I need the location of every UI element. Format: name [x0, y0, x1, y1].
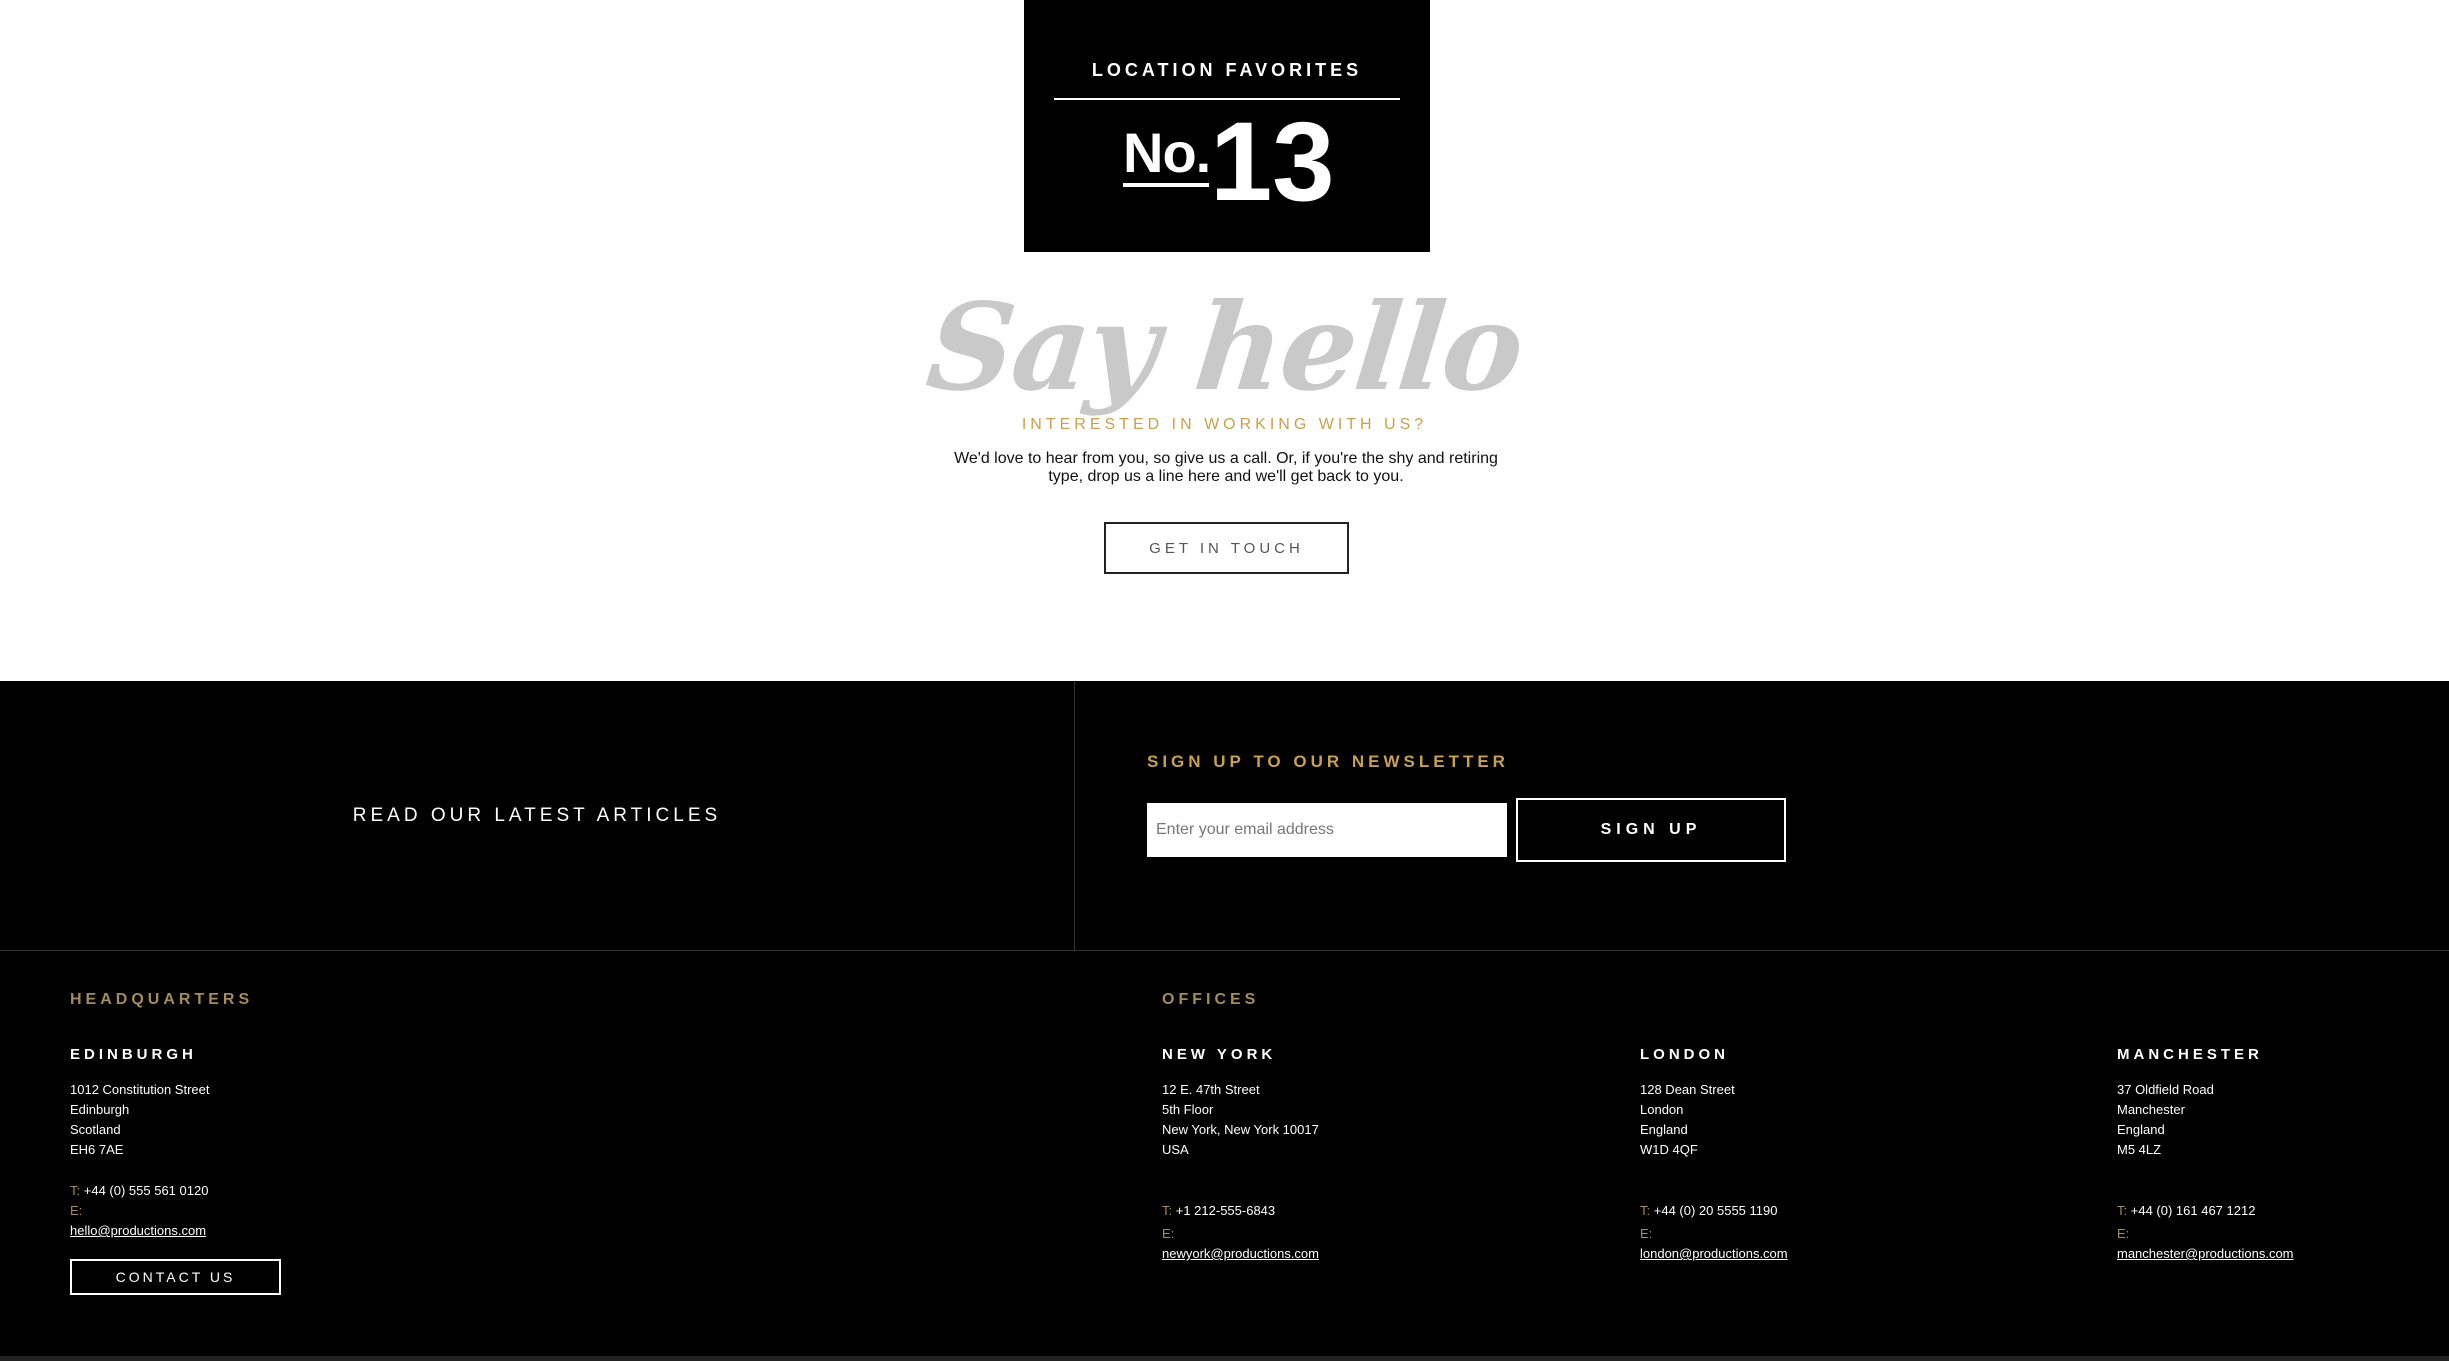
- office-address-line: England: [2117, 1122, 2165, 1137]
- office-address-line: USA: [1162, 1142, 1189, 1157]
- office-contact-new-york: T: +1 212-555-6843 E: newyork@production…: [1162, 1201, 1319, 1264]
- badge-number: 13: [1210, 99, 1335, 224]
- get-in-touch-button[interactable]: GET IN TOUCH: [1104, 522, 1349, 574]
- hq-address-line: 1012 Constitution Street: [70, 1082, 210, 1097]
- office-city-london: LONDON: [1640, 1046, 1729, 1063]
- office-email-link[interactable]: newyork@productions.com: [1162, 1244, 1319, 1264]
- say-hello-heading: Say hello: [920, 277, 1529, 418]
- offices-title: OFFICES: [1162, 991, 1260, 1008]
- office-address-line: New York, New York 10017: [1162, 1122, 1319, 1137]
- office-address-manchester: 37 Oldfield Road Manchester England M5 4…: [2117, 1080, 2214, 1160]
- newsletter-email-input[interactable]: [1147, 803, 1507, 857]
- hq-address-line: Edinburgh: [70, 1102, 130, 1117]
- office-address-line: 128 Dean Street: [1640, 1082, 1735, 1097]
- office-email-label: E:: [1162, 1226, 1175, 1241]
- office-email-link[interactable]: london@productions.com: [1640, 1244, 1788, 1264]
- footer-vertical-divider: [1074, 681, 1075, 951]
- office-address-line: Manchester: [2117, 1102, 2185, 1117]
- office-contact-manchester: T: +44 (0) 161 467 1212 E: manchester@pr…: [2117, 1201, 2294, 1264]
- footer-horizontal-divider: [0, 950, 2449, 951]
- office-contact-london: T: +44 (0) 20 5555 1190 E: london@produc…: [1640, 1201, 1788, 1264]
- office-email-link[interactable]: manchester@productions.com: [2117, 1244, 2294, 1264]
- office-address-new-york: 12 E. 47th Street 5th Floor New York, Ne…: [1162, 1080, 1319, 1160]
- interested-subheading: INTERESTED IN WORKING WITH US?: [1021, 416, 1428, 433]
- headquarters-title: HEADQUARTERS: [70, 991, 254, 1008]
- sign-up-button[interactable]: SIGN UP: [1516, 798, 1786, 862]
- contact-us-button[interactable]: CONTACT US: [70, 1259, 281, 1295]
- office-address-line: England: [1640, 1122, 1688, 1137]
- office-phone[interactable]: +1 212-555-6843: [1176, 1203, 1275, 1218]
- office-phone-label: T:: [2117, 1203, 2128, 1218]
- office-city-manchester: MANCHESTER: [2117, 1046, 2263, 1063]
- office-phone-row: T: +44 (0) 161 467 1212: [2117, 1201, 2294, 1221]
- office-address-line: London: [1640, 1102, 1684, 1117]
- hq-phone[interactable]: +44 (0) 555 561 0120: [84, 1183, 209, 1198]
- office-phone-label: T:: [1640, 1203, 1651, 1218]
- hq-address: 1012 Constitution Street Edinburgh Scotl…: [70, 1080, 209, 1160]
- office-phone[interactable]: +44 (0) 20 5555 1190: [1654, 1203, 1778, 1218]
- footer-bottom-bar: [0, 1356, 2449, 1361]
- office-address-london: 128 Dean Street London England W1D 4QF: [1640, 1080, 1735, 1160]
- badge-title: LOCATION FAVORITES: [1091, 60, 1363, 80]
- hq-address-line: EH6 7AE: [70, 1142, 124, 1157]
- office-address-line: 37 Oldfield Road: [2117, 1082, 2214, 1097]
- office-address-line: W1D 4QF: [1640, 1142, 1698, 1157]
- hq-email-link[interactable]: hello@productions.com: [70, 1221, 208, 1241]
- office-city-new-york: NEW YORK: [1162, 1046, 1277, 1063]
- intro-text: We'd love to hear from you, so give us a…: [954, 450, 1498, 485]
- newsletter-title: SIGN UP TO OUR NEWSLETTER: [1147, 752, 1509, 771]
- office-phone-label: T:: [1162, 1203, 1173, 1218]
- badge-no-label: No.: [1123, 121, 1211, 184]
- hq-email-label: E:: [70, 1203, 83, 1218]
- office-email-label: E:: [2117, 1226, 2130, 1241]
- hq-phone-row: T: +44 (0) 555 561 0120: [70, 1181, 208, 1201]
- hq-phone-label: T:: [70, 1183, 81, 1198]
- office-email-label: E:: [1640, 1226, 1653, 1241]
- latest-articles-link[interactable]: READ OUR LATEST ARTICLES: [0, 805, 1074, 827]
- badge-no-underline: [1123, 183, 1209, 187]
- hq-address-line: Scotland: [70, 1122, 121, 1137]
- location-favorites-badge: LOCATION FAVORITES No. 13: [1024, 0, 1430, 252]
- office-address-line: M5 4LZ: [2117, 1142, 2162, 1157]
- office-address-line: 12 E. 47th Street: [1162, 1082, 1260, 1097]
- hq-city: EDINBURGH: [70, 1046, 197, 1063]
- office-phone[interactable]: +44 (0) 161 467 1212: [2131, 1203, 2256, 1218]
- office-phone-row: T: +44 (0) 20 5555 1190: [1640, 1201, 1788, 1221]
- footer: READ OUR LATEST ARTICLES SIGN UP TO OUR …: [0, 681, 2449, 1361]
- office-phone-row: T: +1 212-555-6843: [1162, 1201, 1319, 1221]
- office-address-line: 5th Floor: [1162, 1102, 1214, 1117]
- hq-contact: T: +44 (0) 555 561 0120 E: hello@product…: [70, 1181, 208, 1241]
